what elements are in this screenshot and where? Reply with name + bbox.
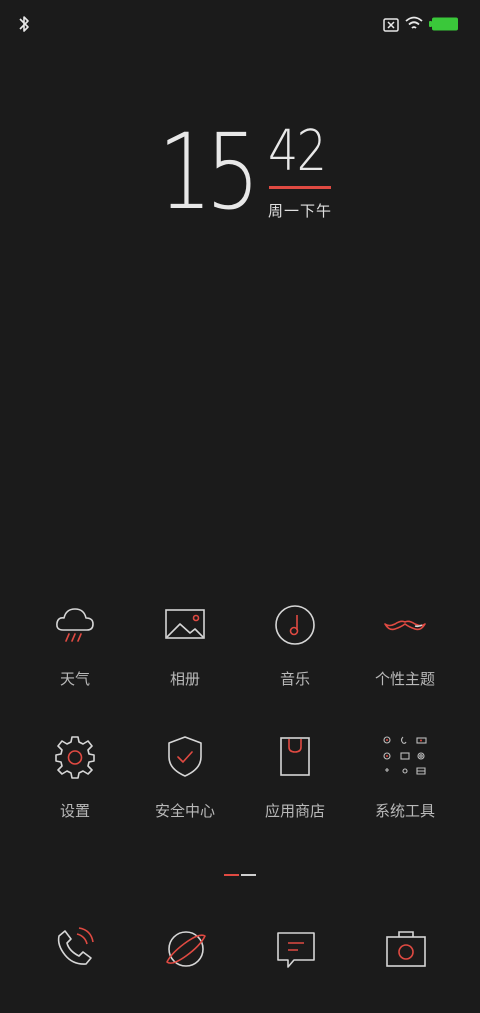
app-store-icon (280, 737, 310, 776)
weather-icon (56, 608, 94, 642)
no-sim-icon (383, 18, 399, 32)
app-label: 设置 (59, 802, 90, 820)
browser-icon[interactable] (162, 924, 210, 972)
app-label: 安全中心 (154, 802, 215, 820)
app-label: 天气 (59, 670, 90, 688)
settings-icon (55, 736, 95, 779)
app-app-store[interactable]: 应用商店 (240, 732, 350, 821)
camera-icon[interactable] (382, 924, 430, 972)
clock-date: 周一下午 (268, 202, 333, 220)
page-dot-current (224, 874, 239, 876)
clock-widget[interactable]: 15 42 周一下午 (0, 120, 480, 230)
app-gallery[interactable]: 相册 (130, 600, 240, 689)
status-bar (0, 0, 480, 52)
battery-icon (429, 17, 458, 31)
app-music[interactable]: 音乐 (240, 600, 350, 689)
app-label: 应用商店 (264, 802, 325, 820)
phone-icon[interactable] (51, 924, 99, 972)
clock-hour: 15 (158, 111, 260, 233)
dock (0, 920, 480, 980)
app-label: 相册 (169, 670, 200, 688)
clock-accent-bar (269, 186, 331, 189)
app-label: 系统工具 (374, 802, 435, 820)
system-tools-icon (383, 736, 427, 775)
wifi-icon (405, 16, 423, 29)
clock-minute: 42 (268, 119, 327, 184)
bluetooth-icon (19, 16, 29, 32)
page-dot (241, 874, 256, 876)
page-indicator (224, 874, 256, 876)
app-label: 音乐 (279, 670, 310, 688)
app-weather[interactable]: 天气 (20, 600, 130, 689)
gallery-icon (165, 609, 205, 639)
messages-icon[interactable] (272, 924, 320, 972)
app-settings[interactable]: 设置 (20, 732, 130, 821)
security-icon (168, 736, 202, 777)
app-security[interactable]: 安全中心 (130, 732, 240, 821)
themes-icon (384, 620, 426, 631)
music-icon (275, 605, 315, 645)
app-system-tools[interactable]: 系统工具 (350, 732, 460, 821)
app-label: 个性主题 (374, 670, 435, 688)
app-themes[interactable]: 个性主题 (350, 600, 460, 689)
